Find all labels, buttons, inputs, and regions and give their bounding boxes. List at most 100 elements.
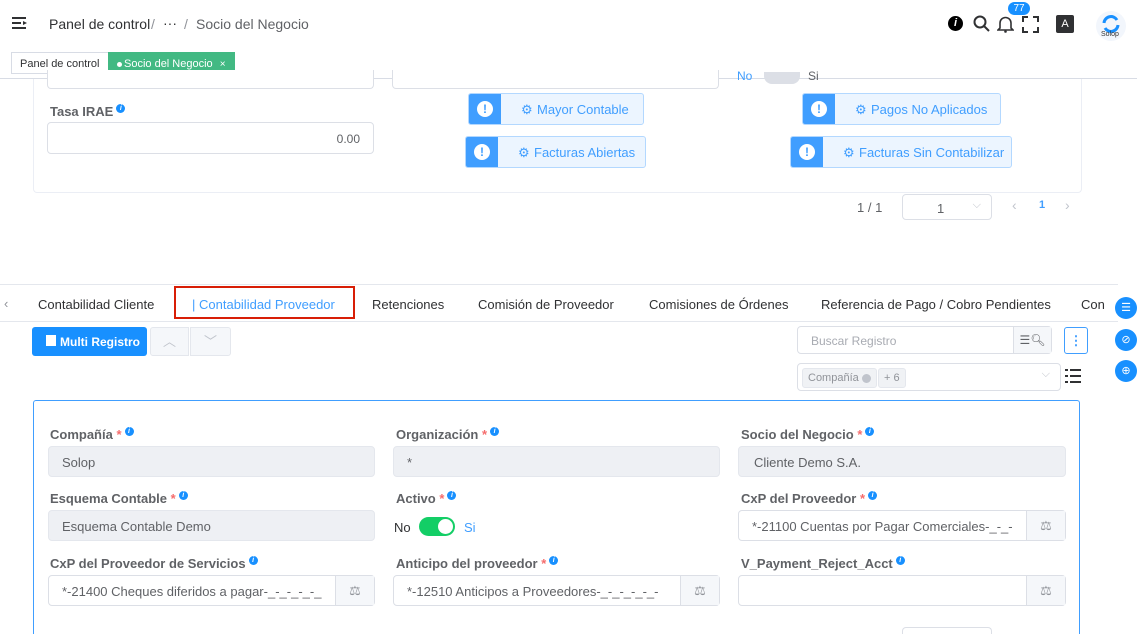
info-icon: i [178, 491, 188, 500]
list-view-icon[interactable]: ☰ [1115, 297, 1137, 319]
search-record-input[interactable]: Buscar Registro ☰🔍︎ [797, 326, 1052, 354]
breadcrumb-ellipsis[interactable]: ··· [163, 15, 177, 31]
tab-scroll-left-icon[interactable]: ‹ [4, 296, 8, 311]
gear-icon: ⚙ [518, 145, 530, 160]
table-icon [46, 335, 56, 346]
alert-icon: ! [469, 94, 501, 124]
breadcrumb-current: Socio del Negocio [196, 16, 309, 32]
organizacion-field[interactable]: * [393, 446, 720, 477]
chevron-down-icon: ⌵ [972, 199, 981, 211]
tab-bar: ‹ Contabilidad Cliente | Contabilidad Pr… [0, 284, 1118, 322]
toggle-no-label: No [737, 69, 753, 81]
chevron-down-icon: ﹀ [203, 334, 217, 349]
anticipo-proveedor-field[interactable]: *-12510 Anticipos a Proveedores-_-_-_-_-… [393, 575, 720, 606]
organizacion-label: Organización * i [396, 427, 500, 442]
breadcrumb-root[interactable]: Panel de control [49, 16, 150, 32]
bell-icon[interactable] [997, 15, 1014, 33]
esquema-contable-field[interactable]: Esquema Contable Demo [48, 510, 375, 541]
socio-negocio-field[interactable]: Cliente Demo S.A. [738, 446, 1066, 477]
anticipo-proveedor-label: Anticipo del proveedor * i [396, 556, 559, 571]
esquema-contable-label: Esquema Contable * i [50, 491, 188, 506]
pagos-no-aplicados-button[interactable]: ! ⚙ Pagos No Aplicados [802, 93, 1001, 125]
toggle-switch[interactable] [764, 72, 800, 84]
page-select[interactable]: 1 ⌵ [902, 194, 992, 220]
compania-label: Compañía * i [50, 427, 134, 442]
tasa-irae-label: Tasa IRAE i [50, 104, 126, 119]
tab-retenciones[interactable]: Retenciones [372, 297, 444, 312]
cxp-proveedor-label: CxP del Proveedor * i [741, 491, 878, 506]
active-dot-icon [117, 61, 122, 67]
mayor-contable-button[interactable]: ! ⚙ Mayor Contable [468, 93, 644, 125]
scale-icon[interactable]: ⚖ [680, 576, 719, 605]
tab-referencia-pago[interactable]: Referencia de Pago / Cobro Pendientes [821, 297, 1051, 312]
tab-contabilidad-cliente[interactable]: Contabilidad Cliente [38, 297, 154, 312]
tasa-irae-input[interactable]: 0.00 [47, 122, 374, 154]
multi-registro-button[interactable]: Multi Registro [32, 327, 147, 356]
next-record-button[interactable]: ﹀ [190, 327, 231, 356]
search-icon[interactable]: ☰🔍︎ [1013, 327, 1051, 353]
breadcrumb-separator: / [184, 16, 188, 32]
gear-icon: ⚙ [521, 102, 533, 117]
highlight-box [174, 286, 355, 319]
bottom-page-select[interactable] [902, 627, 992, 634]
current-page[interactable]: 1 [1039, 199, 1045, 211]
info-icon: i [248, 556, 258, 565]
filter-tag-compania[interactable]: Compañía [802, 368, 877, 388]
scale-icon[interactable]: ⚖ [1026, 576, 1065, 605]
previous-record-button[interactable]: ︿ [150, 327, 189, 356]
facturas-sin-contabilizar-button[interactable]: ! ⚙ Facturas Sin Contabilizar [790, 136, 1012, 168]
info-icon: i [868, 491, 878, 500]
info-icon: i [124, 427, 134, 436]
gear-icon: ⚙ [843, 145, 855, 160]
compania-field[interactable]: Solop [48, 446, 375, 477]
facturas-abiertas-button[interactable]: ! ⚙ Facturas Abiertas [465, 136, 646, 168]
fullscreen-icon[interactable] [1022, 16, 1039, 33]
partial-input[interactable] [392, 70, 719, 89]
filter-select[interactable]: Compañía + 6 ⌵ [797, 363, 1061, 391]
close-icon[interactable]: × [220, 59, 226, 70]
info-icon: i [549, 556, 559, 565]
alert-icon: ! [791, 137, 823, 167]
alert-icon: ! [466, 137, 498, 167]
cxp-proveedor-servicios-label: CxP del Proveedor de Servicios i [50, 556, 258, 571]
gear-icon: ⚙ [855, 102, 867, 117]
activo-no-label: No [394, 520, 411, 535]
prev-page-icon[interactable]: ‹ [1012, 197, 1017, 213]
info-icon: i [895, 556, 905, 565]
info-icon[interactable]: i [948, 16, 963, 31]
list-icon[interactable] [1065, 369, 1081, 383]
search-icon[interactable] [973, 15, 990, 32]
tag-label: Socio del Negocio [124, 58, 213, 70]
notification-badge: 77 [1008, 2, 1030, 15]
tab-overflow[interactable]: Con [1081, 297, 1111, 312]
language-icon[interactable]: A [1056, 15, 1074, 33]
info-icon: i [447, 491, 457, 500]
tab-comisiones-ordenes[interactable]: Comisiones de Órdenes [649, 297, 788, 312]
chevron-down-icon: ⌵ [1041, 368, 1050, 380]
tab-comision-proveedor[interactable]: Comisión de Proveedor [478, 297, 614, 312]
cxp-proveedor-servicios-field[interactable]: *-21400 Cheques diferidos a pagar-_-_-_-… [48, 575, 375, 606]
attachment-icon[interactable]: ⊘ [1115, 329, 1137, 351]
cxp-proveedor-field[interactable]: *-21100 Cuentas por Pagar Comerciales-_-… [738, 510, 1066, 541]
scale-icon[interactable]: ⚖ [335, 576, 374, 605]
more-options-icon[interactable]: ⋮ [1064, 327, 1088, 354]
activo-si-label: Si [464, 520, 476, 535]
top-header: Panel de control / ··· / Socio del Negoc… [0, 0, 1137, 49]
socio-negocio-label: Socio del Negocio * i [741, 427, 875, 442]
pagination-count: 1 / 1 [857, 200, 883, 215]
partial-input[interactable] [47, 70, 374, 89]
info-icon: i [865, 427, 875, 436]
logo-text: Solop [1101, 31, 1119, 38]
next-page-icon[interactable]: › [1065, 197, 1070, 213]
menu-fold-icon[interactable] [12, 17, 28, 31]
breadcrumb-separator: / [151, 16, 155, 32]
info-icon: i [490, 427, 500, 436]
payment-reject-acct-field[interactable]: ⚖ [738, 575, 1066, 606]
info-icon: i [116, 104, 126, 113]
activo-toggle[interactable] [419, 517, 455, 536]
zoom-icon[interactable]: ⊕ [1115, 360, 1137, 382]
scale-icon[interactable]: ⚖ [1026, 511, 1065, 540]
close-icon[interactable] [861, 373, 871, 383]
chevron-up-icon: ︿ [162, 334, 176, 349]
toggle-si-label: Si [808, 69, 819, 81]
